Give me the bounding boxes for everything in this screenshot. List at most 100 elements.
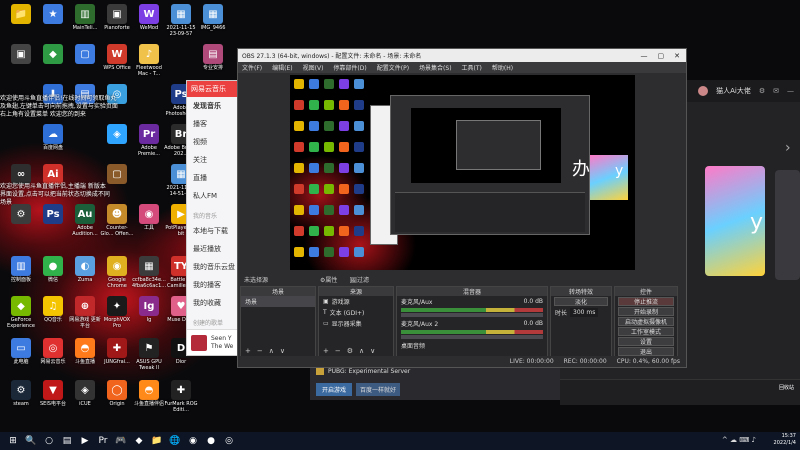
source-settings-icon[interactable]: ⚙ [347,347,353,355]
taskbar-app-icon[interactable]: Pr [95,434,111,448]
desktop-icon[interactable]: ▥ MainTeli... [68,4,102,31]
taskbar-app-icon[interactable]: ▶ [77,434,93,448]
game-title[interactable]: PUBG: Experimental Server [328,368,410,375]
desktop-icon[interactable]: Ps [36,204,70,225]
desktop-icon[interactable]: ✚ JUNGfrai... [100,338,134,365]
studio-mode-button[interactable]: 工作室模式 [618,327,674,336]
scene-up-button[interactable]: ∧ [269,347,274,355]
volume-slider[interactable] [401,335,543,339]
exit-button[interactable]: 退出 [618,347,674,356]
recycle-bin-label[interactable]: 回收站 [779,385,794,392]
mail-icon[interactable]: ✉ [773,87,779,95]
nav-recent[interactable]: 最近播放 [187,240,241,258]
desktop-icon[interactable]: ◐ Zuma [68,256,102,283]
taskbar-app-icon[interactable]: 🔍 [23,434,39,448]
add-source-button[interactable]: + [323,347,329,355]
system-tray[interactable]: ^ ☁ ⌨ ♪ [722,436,756,444]
desktop-icon[interactable]: ▣ Pianoforte [100,4,134,31]
desktop-icon[interactable]: ◈ iCUE [68,380,102,407]
transition-select[interactable]: 淡化 [554,297,608,306]
taskbar-app-icon[interactable]: ⊞ [5,434,21,448]
menu-help[interactable]: 帮助(H) [492,63,513,72]
taskbar-app-icon[interactable]: ◎ [221,434,237,448]
taskbar-clock[interactable]: 15:37 2022/1/4 [774,433,796,447]
menu-tools[interactable]: 工具(T) [462,63,482,72]
stop-streaming-button[interactable]: 停止推流 [618,297,674,306]
desktop-icon[interactable]: ● 微信 [36,256,70,283]
desktop-icon[interactable]: ▥ 控制面板 [4,256,38,283]
desktop-icon[interactable]: ▭ 此电脑 [4,338,38,365]
nav-mypodcast[interactable]: 我的播客 [187,276,241,294]
desktop-icon[interactable]: ▦ ccfba8c34e... 4fba6c6ac1... [132,256,166,289]
settings-button[interactable]: 设置 [618,337,674,346]
source-item[interactable]: T 文本 (GDI+) [319,307,393,318]
desktop-icon[interactable]: W WeMod [132,4,166,31]
close-button[interactable]: ✕ [674,52,680,60]
taskbar-app-icon[interactable]: ○ [41,434,57,448]
desktop-icon[interactable]: ⚙ steam [4,380,38,407]
desktop-icon[interactable]: ◓ 斗鱼直播 [68,338,102,365]
remove-source-button[interactable]: − [335,347,341,355]
settings-icon[interactable]: ⚙ [759,87,765,95]
desktop-icon[interactable]: ♪ Fleetwood Mac - T... [132,44,166,77]
desktop-icon[interactable]: ◆ [36,44,70,65]
desktop-icon[interactable]: ★ [36,4,70,25]
launch-game-button[interactable]: 开启游戏 [316,383,353,396]
add-scene-button[interactable]: + [245,347,251,355]
menu-scene-collection[interactable]: 场景集合(S) [419,63,452,72]
source-item[interactable]: ▣ 游戏源 [319,296,393,307]
menu-profile[interactable]: 配置文件(P) [377,63,409,72]
nav-local[interactable]: 本地与下载 [187,222,241,240]
desktop-icon[interactable]: Ai [36,164,70,185]
properties-button[interactable]: ⚙属性 [320,275,337,284]
desktop-icon[interactable]: ▢ [68,44,102,65]
desktop-icon[interactable]: ☻ Counter-Glo... Offen... [100,204,134,237]
user-avatar[interactable] [698,86,709,96]
remove-scene-button[interactable]: − [257,347,263,355]
desktop-icon[interactable]: ⊕ 网易游戏 更新平台 [68,296,102,329]
username[interactable]: 猫人Ai大佬 [716,86,751,96]
source-down-button[interactable]: ∨ [370,347,375,355]
desktop-icon[interactable]: ◯ Origin [100,380,134,407]
minimize-icon[interactable]: — [787,87,794,95]
nav-follow[interactable]: 关注 [187,151,241,169]
taskbar-app-icon[interactable]: 🌐 [167,434,183,448]
maximize-button[interactable]: ▢ [658,52,665,60]
nav-podcast[interactable]: 播客 [187,115,241,133]
desktop-icon[interactable]: ◉ Google Chrome [100,256,134,289]
carousel-right-arrow[interactable]: › [785,140,791,156]
nav-discover[interactable]: 发现音乐 [187,97,241,115]
desktop-icon[interactable]: 📁 [4,4,38,25]
menu-view[interactable]: 视图(V) [303,63,324,72]
desktop-icon[interactable]: ◓ 斗鱼直播伴侣 [132,380,166,407]
nav-video[interactable]: 视频 [187,133,241,151]
album-cover[interactable] [191,334,207,351]
desktop-icon[interactable]: ▣ [4,44,38,65]
taskbar-app-icon[interactable]: ● [203,434,219,448]
desktop-icon[interactable]: ▼ SEIS电平台 [36,380,70,407]
desktop-icon[interactable]: ▦ IMG_9466 [196,4,230,31]
taskbar-app-icon[interactable]: 🎮 [113,434,129,448]
virtual-camera-button[interactable]: 启动虚拟摄像机 [618,317,674,326]
taskbar-app-icon[interactable]: ▤ [59,434,75,448]
desktop-icon[interactable]: ◈ [100,124,134,145]
nav-fm[interactable]: 私人FM [187,187,241,205]
desktop-icon[interactable]: Pr Adobe Premie... [132,124,166,157]
desktop-icon[interactable]: ☁ 百度网盘 [36,124,70,151]
desktop-icon[interactable]: ⚙ [4,204,38,225]
menu-file[interactable]: 文件(F) [242,63,262,72]
start-recording-button[interactable]: 开始录制 [618,307,674,316]
taskbar-app-icon[interactable]: ◉ [185,434,201,448]
obs-preview-canvas[interactable]: 办 y [290,75,635,270]
desktop-icon[interactable]: ◎ 网易云音乐 [36,338,70,365]
source-up-button[interactable]: ∧ [359,347,364,355]
desktop-icon[interactable]: Ig Ig [132,296,166,323]
desktop-icon[interactable]: ∞ [4,164,38,185]
desktop-icon[interactable]: ▤ 专业安排 [196,44,230,71]
filters-button[interactable]: 🖼过滤 [349,275,369,284]
desktop-icon[interactable]: ♫ QQ音乐 [36,296,70,323]
minimize-button[interactable]: — [641,52,648,60]
desktop-icon[interactable]: ◉ 工具 [132,204,166,231]
desktop-icon[interactable]: ✦ MorphVOX Pro [100,296,134,329]
duration-input[interactable]: 300 ms [570,308,599,317]
